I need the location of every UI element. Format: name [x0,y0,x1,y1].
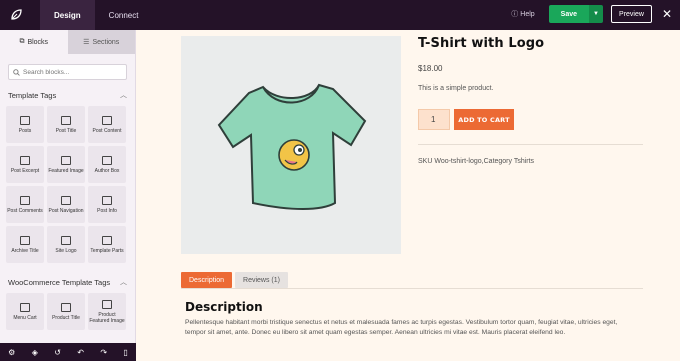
block-product-featured-image[interactable]: Product Featured Image [88,293,126,330]
image-icon [61,155,71,165]
block-product-title[interactable]: Product Title [47,293,85,330]
info-icon [102,195,112,205]
blocks-icon: ⧉ [19,38,25,45]
product-title: T-Shirt with Logo [418,36,545,51]
top-bar: Design Connect ⓘ Help Save ▼ Preview ✕ [0,0,680,30]
block-posts[interactable]: Posts [6,106,44,143]
product-meta: SKU Woo-tshirt-logo,Category Tshirts [418,158,535,165]
tabs-divider [181,288,643,289]
product-price: $18.00 [418,64,443,73]
template-tags-grid: Posts Post Title Post Content Post Excer… [0,104,135,265]
product-tabs: Description Reviews (1) [181,272,288,288]
block-post-navigation[interactable]: Post Navigation [47,186,85,223]
author-icon [102,155,112,165]
bottom-toolbar: ⚙ ◈ ↺ ↶ ↷ ▯ [0,343,136,361]
seedprod-logo-icon[interactable] [6,5,26,25]
cart-icon [20,302,30,312]
description-heading: Description [185,300,263,314]
logo-icon [61,235,71,245]
navigation-icon [61,195,71,205]
block-featured-image[interactable]: Featured Image [47,146,85,183]
block-site-logo[interactable]: Site Logo [47,226,85,263]
undo-icon[interactable]: ↶ [77,348,84,357]
comments-icon [20,195,30,205]
product-image-icon [102,299,112,309]
tab-design[interactable]: Design [40,0,95,30]
divider [418,144,643,145]
template-tags-header[interactable]: Template Tags ︿ [0,86,135,104]
close-icon[interactable]: ✕ [662,7,672,21]
save-button[interactable]: Save [548,5,590,23]
tab-blocks-label: Blocks [27,38,49,46]
redo-icon[interactable]: ↷ [100,348,107,357]
block-archive-title[interactable]: Archive Title [6,226,44,263]
tab-blocks[interactable]: ⧉ Blocks [0,30,68,54]
archive-icon [20,235,30,245]
template-parts-icon [102,235,112,245]
product-image[interactable] [181,36,401,254]
woo-tags-header[interactable]: WooCommerce Template Tags ︿ [0,273,135,291]
save-button-group: Save ▼ [548,5,604,23]
quantity-input[interactable]: 1 [418,109,450,130]
tshirt-illustration [217,83,367,210]
post-excerpt-icon [20,155,30,165]
sections-icon: ☰ [83,39,90,46]
tab-reviews[interactable]: Reviews (1) [235,272,288,288]
block-template-parts[interactable]: Template Parts [88,226,126,263]
block-menu-cart[interactable]: Menu Cart [6,293,44,330]
preview-button[interactable]: Preview [611,5,652,23]
search-box [8,64,127,80]
woo-tags-grid: Menu Cart Product Title Product Featured… [0,291,135,332]
product-title-icon [61,302,71,312]
page-canvas: T-Shirt with Logo $18.00 This is a simpl… [137,30,680,361]
block-post-content[interactable]: Post Content [88,106,126,143]
tab-sections[interactable]: ☰ Sections [67,30,135,54]
tab-description[interactable]: Description [181,272,233,288]
history-icon[interactable]: ↺ [54,348,61,357]
block-post-comments[interactable]: Post Comments [6,186,44,223]
add-to-cart-button[interactable]: ADD TO CART [454,109,514,130]
chevron-up-icon: ︿ [120,279,127,286]
woo-tags-title: WooCommerce Template Tags [8,277,111,287]
help-label: Help [520,10,535,18]
block-post-excerpt[interactable]: Post Excerpt [6,146,44,183]
help-icon: ⓘ [511,11,519,18]
tab-sections-label: Sections [92,38,120,46]
sidebar-tabs: ⧉ Blocks ☰ Sections [0,30,135,54]
post-content-icon [102,115,112,125]
sidebar: ⧉ Blocks ☰ Sections Template Tags ︿ Post… [0,30,136,343]
post-title-icon [61,115,71,125]
template-tags-title: Template Tags [8,90,57,100]
mobile-preview-icon[interactable]: ▯ [123,348,127,357]
block-author-box[interactable]: Author Box [88,146,126,183]
description-body: Pellentesque habitant morbi tristique se… [185,319,618,336]
block-post-title[interactable]: Post Title [47,106,85,143]
product-short-description: This is a simple product. [418,85,494,92]
layers-icon[interactable]: ◈ [32,348,38,357]
search-input[interactable] [23,68,123,76]
block-post-info[interactable]: Post Info [88,186,126,223]
save-options-chevron-down-icon[interactable]: ▼ [589,5,604,23]
help-link[interactable]: ⓘ Help [511,9,534,19]
tab-connect[interactable]: Connect [95,0,153,30]
search-icon [13,68,20,76]
settings-gear-icon[interactable]: ⚙ [8,348,15,357]
posts-icon [20,115,30,125]
chevron-up-icon: ︿ [120,92,127,99]
